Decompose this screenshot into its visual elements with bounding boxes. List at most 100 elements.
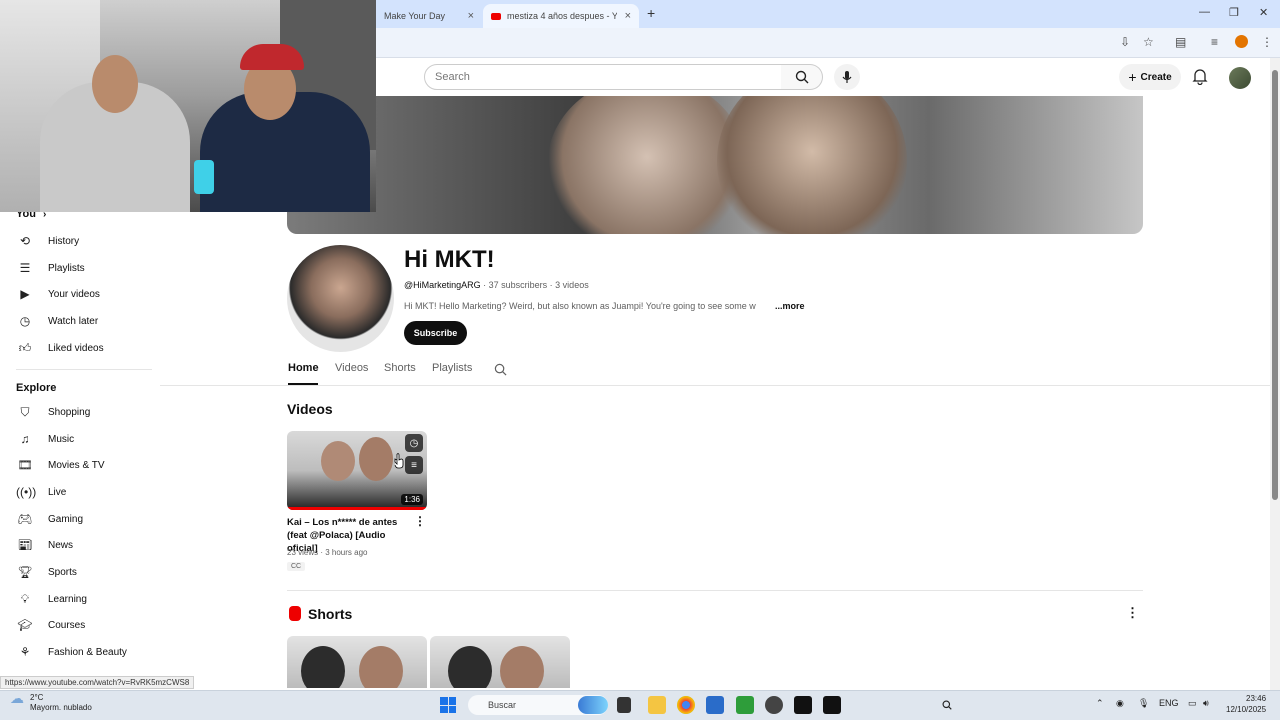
channel-avatar[interactable] <box>287 245 394 352</box>
store-icon[interactable] <box>706 696 724 714</box>
microphone-icon <box>842 71 852 83</box>
close-tab-icon[interactable]: × <box>625 10 631 22</box>
profile-icon[interactable] <box>1235 35 1248 48</box>
video-meta: 23 views · 3 hours ago <box>287 548 368 557</box>
volume-icon[interactable]: 🔊︎ <box>1203 698 1209 709</box>
add-to-queue-icon[interactable]: ≡ <box>405 456 423 474</box>
webcam-overlay <box>0 0 376 212</box>
fashion-icon: ⚘ <box>19 645 31 659</box>
liked-icon: 👍︎ <box>18 341 32 355</box>
minimize-icon[interactable]: — <box>1199 6 1210 18</box>
task-view-icon[interactable] <box>617 697 631 713</box>
search-highlight-icon[interactable] <box>578 696 608 714</box>
sidebar-item-label: Live <box>48 486 67 498</box>
sidebar-item-music[interactable]: ♫ Music <box>16 432 75 446</box>
shorts-more-icon[interactable]: ⋮ <box>1126 605 1139 621</box>
account-avatar[interactable] <box>1229 67 1251 89</box>
sidebar-item-courses[interactable]: 🎓︎ Courses <box>16 618 85 632</box>
sidebar-item-playlists[interactable]: ☰ Playlists <box>16 261 85 275</box>
steam-icon[interactable] <box>765 696 783 714</box>
maximize-icon[interactable]: ❐ <box>1229 6 1239 19</box>
sidebar-item-label: Watch later <box>48 315 99 327</box>
status-bar-url: https://www.youtube.com/watch?v=RvRK5mzC… <box>0 676 195 689</box>
bookmark-star-icon[interactable]: ☆ <box>1143 35 1154 49</box>
search-icon <box>942 700 952 710</box>
tray-mic-icon[interactable]: 🎙︎ <box>1138 698 1149 709</box>
tray-app-icon[interactable]: ◉ <box>1116 698 1124 709</box>
subscribe-button[interactable]: Subscribe <box>404 321 467 345</box>
tab-label: Make Your Day <box>384 11 446 21</box>
channel-search-icon[interactable] <box>494 363 507 376</box>
more-link[interactable]: ...more <box>775 301 805 311</box>
section-divider <box>287 590 1143 591</box>
notifications-bell-icon[interactable] <box>1192 68 1208 85</box>
cc-badge: CC <box>287 562 306 571</box>
sidebar-item-movies-tv[interactable]: 🎞︎ Movies & TV <box>16 458 104 472</box>
close-tab-icon[interactable]: × <box>468 10 474 22</box>
playlists-icon: ☰ <box>19 261 31 275</box>
tab-shorts[interactable]: Shorts <box>384 362 416 374</box>
sidebar-item-shopping[interactable]: ⛉ Shopping <box>16 405 90 420</box>
close-window-icon[interactable]: ✕ <box>1259 6 1268 19</box>
sidebar-item-watch-later[interactable]: ◷ Watch later <box>16 314 98 328</box>
short-thumbnail[interactable] <box>287 636 427 688</box>
taskbar-search-label: Buscar <box>488 700 517 710</box>
chrome-menu-icon[interactable]: ⋮ <box>1261 35 1273 49</box>
short-person-hair <box>448 646 492 688</box>
start-button[interactable] <box>440 697 456 713</box>
scrollbar-thumb[interactable] <box>1272 70 1278 500</box>
learning-icon: 💡︎ <box>20 592 30 606</box>
video-more-actions-icon[interactable]: ⋮ <box>414 514 426 528</box>
youtube-favicon-icon <box>491 12 501 20</box>
sidebar-item-learning[interactable]: 💡︎ Learning <box>16 592 87 607</box>
xbox-icon[interactable] <box>736 696 754 714</box>
tab-home[interactable]: Home <box>288 362 319 374</box>
shorts-section-title: Shorts <box>308 606 353 622</box>
video-thumbnail[interactable]: ◷ ≡ 1:36 <box>287 431 427 510</box>
browser-tab-youtube[interactable]: mestiza 4 años despues - YouTu × <box>483 4 639 28</box>
windows-taskbar <box>0 690 1280 720</box>
short-thumbnail[interactable] <box>430 636 570 688</box>
tab-playlists[interactable]: Playlists <box>432 362 472 374</box>
install-app-icon[interactable]: ⇩ <box>1120 35 1130 49</box>
sidebar-item-label: Your videos <box>48 288 100 300</box>
movies-icon: 🎞︎ <box>17 458 33 472</box>
sidebar-item-label: Gaming <box>48 513 84 525</box>
search-button[interactable] <box>781 64 823 90</box>
file-explorer-icon[interactable] <box>648 696 666 714</box>
side-panel-icon[interactable]: ▤ <box>1175 35 1186 49</box>
new-tab-button[interactable]: + <box>647 5 655 21</box>
music-icon: ♫ <box>20 432 30 446</box>
watch-progress-bar <box>287 507 427 510</box>
sidebar-item-label: Liked videos <box>48 343 104 354</box>
courses-icon: 🎓︎ <box>17 618 33 632</box>
sidebar-item-label: Shopping <box>48 407 91 418</box>
sidebar-item-sports[interactable]: 🏆︎ Sports <box>16 565 77 579</box>
sidebar-item-news[interactable]: 📰︎ News <box>16 538 73 552</box>
network-icon[interactable]: ▭ <box>1188 698 1197 709</box>
voice-search-button[interactable] <box>834 64 860 90</box>
channel-description[interactable]: Hi MKT! Hello Marketing? Weird, but also… <box>404 301 756 311</box>
watch-later-icon[interactable]: ◷ <box>405 434 423 452</box>
search-input[interactable]: Search <box>424 64 782 90</box>
taskbar-weather[interactable]: ☁ 2°C Mayorm. nublado <box>10 691 92 713</box>
sidebar-item-liked-videos[interactable]: 👍︎ Liked videos <box>16 341 104 356</box>
language-indicator[interactable]: ENG <box>1159 698 1179 708</box>
chrome-icon[interactable] <box>677 696 695 714</box>
app-icon-dark-2[interactable] <box>823 696 841 714</box>
sidebar-item-gaming[interactable]: 🎮︎ Gaming <box>16 512 83 526</box>
create-label: Create <box>1140 71 1172 83</box>
tray-chevron-icon[interactable]: ⌃ <box>1096 698 1104 709</box>
app-icon-dark[interactable] <box>794 696 812 714</box>
sidebar-item-your-videos[interactable]: ▶ Your videos <box>16 287 100 301</box>
media-icon[interactable]: ≡ <box>1211 35 1218 49</box>
weather-desc: Mayorm. nublado <box>30 703 92 712</box>
sidebar-item-history[interactable]: ⟲ History <box>16 234 79 248</box>
taskbar-clock[interactable]: 23:46 12/10/2025 <box>1226 693 1266 715</box>
tab-videos[interactable]: Videos <box>335 362 368 374</box>
sidebar-item-live[interactable]: ((•)) Live <box>16 485 66 499</box>
create-button[interactable]: + Create <box>1119 64 1181 90</box>
webcam-microphone-light <box>194 160 214 194</box>
browser-tab-make-your-day[interactable]: Make Your Day × <box>376 4 482 28</box>
sidebar-item-fashion-beauty[interactable]: ⚘ Fashion & Beauty <box>16 645 127 659</box>
